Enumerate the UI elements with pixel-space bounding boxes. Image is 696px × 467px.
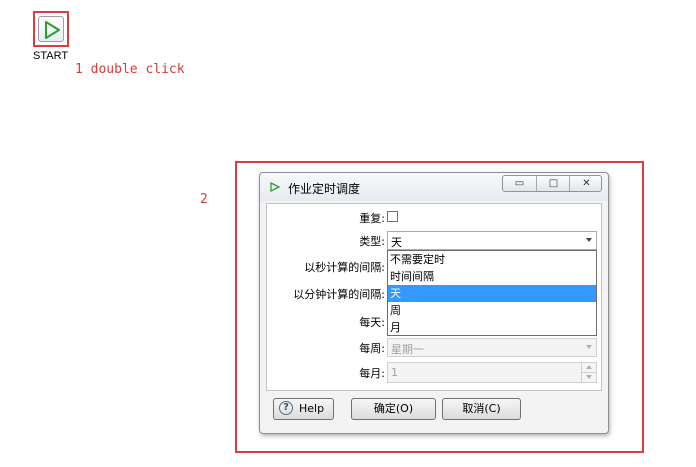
spin-down-button[interactable] — [581, 373, 596, 382]
chevron-down-icon — [586, 375, 592, 379]
weekly-select-value: 星期一 — [391, 343, 424, 356]
type-option-none[interactable]: 不需要定时 — [388, 251, 596, 268]
weekly-label: 每周: — [359, 342, 385, 355]
window-controls: ▭ □ ✕ — [502, 175, 602, 192]
title-bar[interactable]: 作业定时调度 ▭ □ ✕ — [260, 173, 608, 201]
type-option-day[interactable]: 天 — [388, 285, 596, 302]
dialog-title: 作业定时调度 — [288, 182, 361, 196]
step1-annotation: 1 double click — [75, 62, 185, 77]
minimize-button[interactable]: ▭ — [503, 176, 536, 191]
type-select-value: 天 — [391, 236, 402, 249]
play-icon — [45, 21, 60, 39]
type-select[interactable]: 天 — [387, 231, 597, 250]
monthly-spinner[interactable]: 1 — [387, 362, 597, 383]
step2-annotation: 2 — [200, 192, 208, 207]
help-button-label: Help — [299, 402, 325, 415]
chevron-up-icon — [586, 365, 592, 369]
play-icon — [270, 182, 280, 192]
type-dropdown-list: 不需要定时 时间间隔 天 周 月 — [387, 250, 597, 336]
start-node-highlight — [33, 11, 69, 47]
type-option-month[interactable]: 月 — [388, 319, 596, 336]
maximize-button[interactable]: □ — [536, 176, 570, 191]
type-option-week[interactable]: 周 — [388, 302, 596, 319]
monthly-spinner-value: 1 — [391, 366, 398, 379]
weekly-select[interactable]: 星期一 — [387, 338, 597, 357]
ok-button[interactable]: 确定(O) — [351, 398, 436, 420]
help-icon: ? — [279, 401, 293, 415]
start-button[interactable] — [38, 16, 64, 42]
minutes-interval-label: 以分钟计算的间隔: — [293, 288, 385, 301]
cancel-button[interactable]: 取消(C) — [442, 398, 521, 420]
close-button[interactable]: ✕ — [569, 176, 603, 191]
type-label: 类型: — [359, 235, 385, 248]
type-option-interval[interactable]: 时间间隔 — [388, 268, 596, 285]
start-label: START — [33, 50, 69, 62]
schedule-dialog: 作业定时调度 ▭ □ ✕ 重复: 类型: 天 以秒计算的间隔: 以分钟计算的间隔… — [259, 172, 609, 434]
form-panel: 重复: 类型: 天 以秒计算的间隔: 以分钟计算的间隔: 每天: 不需要定时 时… — [266, 203, 602, 391]
help-button[interactable]: ? Help — [273, 398, 334, 420]
repeat-checkbox[interactable] — [387, 211, 398, 222]
daily-label: 每天: — [359, 316, 385, 329]
seconds-interval-label: 以秒计算的间隔: — [304, 261, 385, 274]
spin-up-button[interactable] — [581, 363, 596, 373]
repeat-label: 重复: — [359, 212, 385, 225]
monthly-label: 每月: — [359, 367, 385, 380]
chevron-down-icon — [586, 345, 592, 349]
chevron-down-icon — [586, 238, 592, 242]
